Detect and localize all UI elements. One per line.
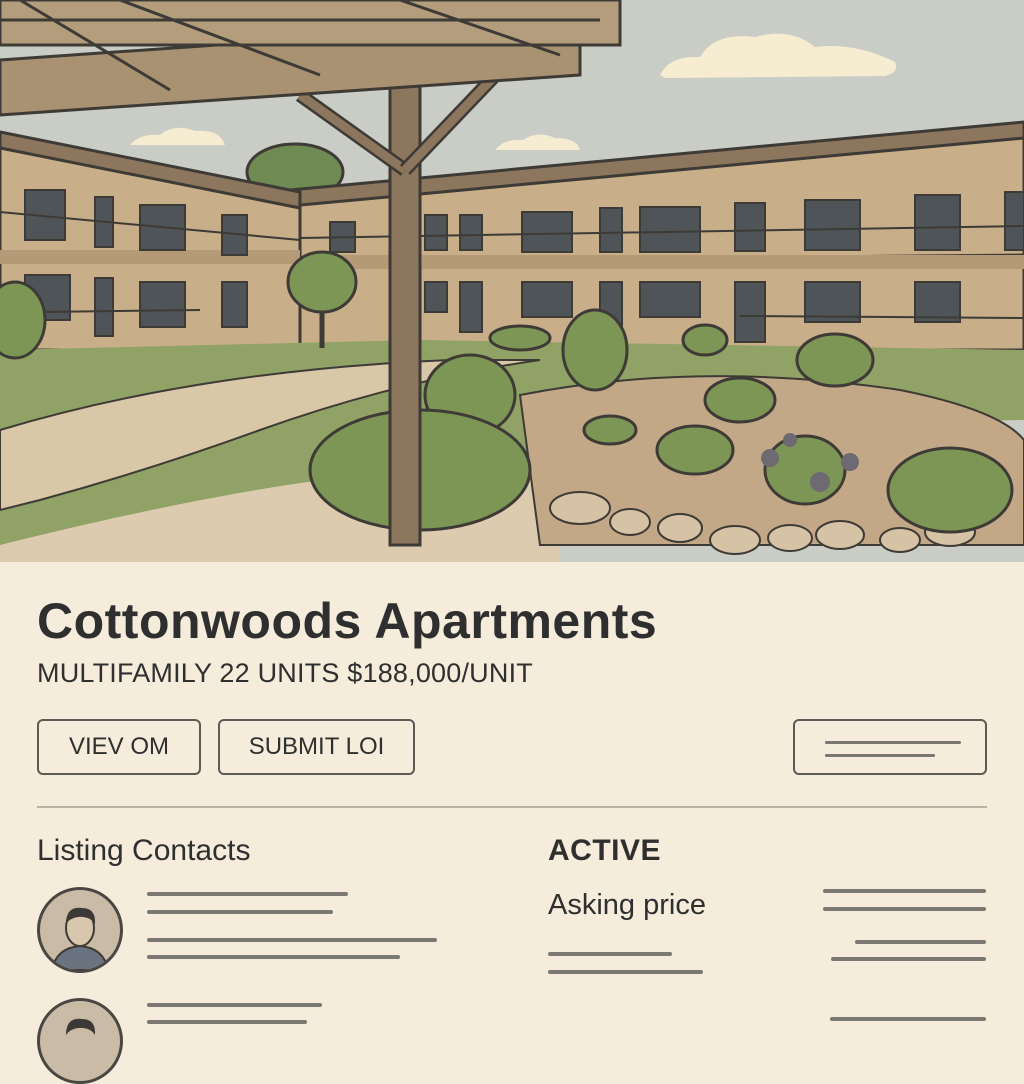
price-detail-placeholder — [830, 1017, 986, 1021]
more-lines-icon — [825, 741, 961, 744]
more-lines-icon-line — [825, 754, 935, 757]
contact-avatar[interactable] — [37, 998, 123, 1084]
contact-name-placeholder — [147, 1003, 322, 1007]
price-value-placeholder — [823, 889, 986, 893]
contact-title-placeholder — [147, 910, 333, 914]
contact-avatar[interactable] — [37, 887, 123, 973]
contact-phone-placeholder — [147, 938, 437, 942]
courtyard-illustration — [0, 0, 1024, 562]
price-detail-placeholder — [855, 940, 986, 944]
price-detail-placeholder — [831, 957, 986, 961]
contact-name-placeholder — [147, 892, 348, 896]
listing-title: Cottonwoods Apartments — [37, 593, 658, 649]
listing-card: Cottonwoods Apartments MULTIFAMILY 22 UN… — [0, 562, 1024, 1084]
listing-contacts-heading: Listing Contacts — [37, 834, 251, 867]
section-divider — [37, 806, 987, 808]
person-avatar-icon — [66, 1018, 96, 1035]
price-detail-placeholder — [548, 970, 703, 974]
hero-image — [0, 0, 1024, 562]
contact-title-placeholder — [147, 1020, 307, 1024]
asking-price-label: Asking price — [548, 889, 706, 921]
price-value-placeholder — [823, 907, 986, 911]
listing-subtitle: MULTIFAMILY 22 UNITS $188,000/UNIT — [37, 658, 533, 688]
status-badge: ACTIVE — [548, 834, 662, 867]
price-detail-placeholder — [548, 952, 672, 956]
person-avatar-icon — [50, 907, 110, 970]
more-options-button[interactable] — [793, 719, 987, 775]
view-om-button[interactable]: VIEV OM — [37, 719, 201, 775]
contact-email-placeholder — [147, 955, 400, 959]
submit-loi-button[interactable]: SUBMIT LOI — [218, 719, 415, 775]
